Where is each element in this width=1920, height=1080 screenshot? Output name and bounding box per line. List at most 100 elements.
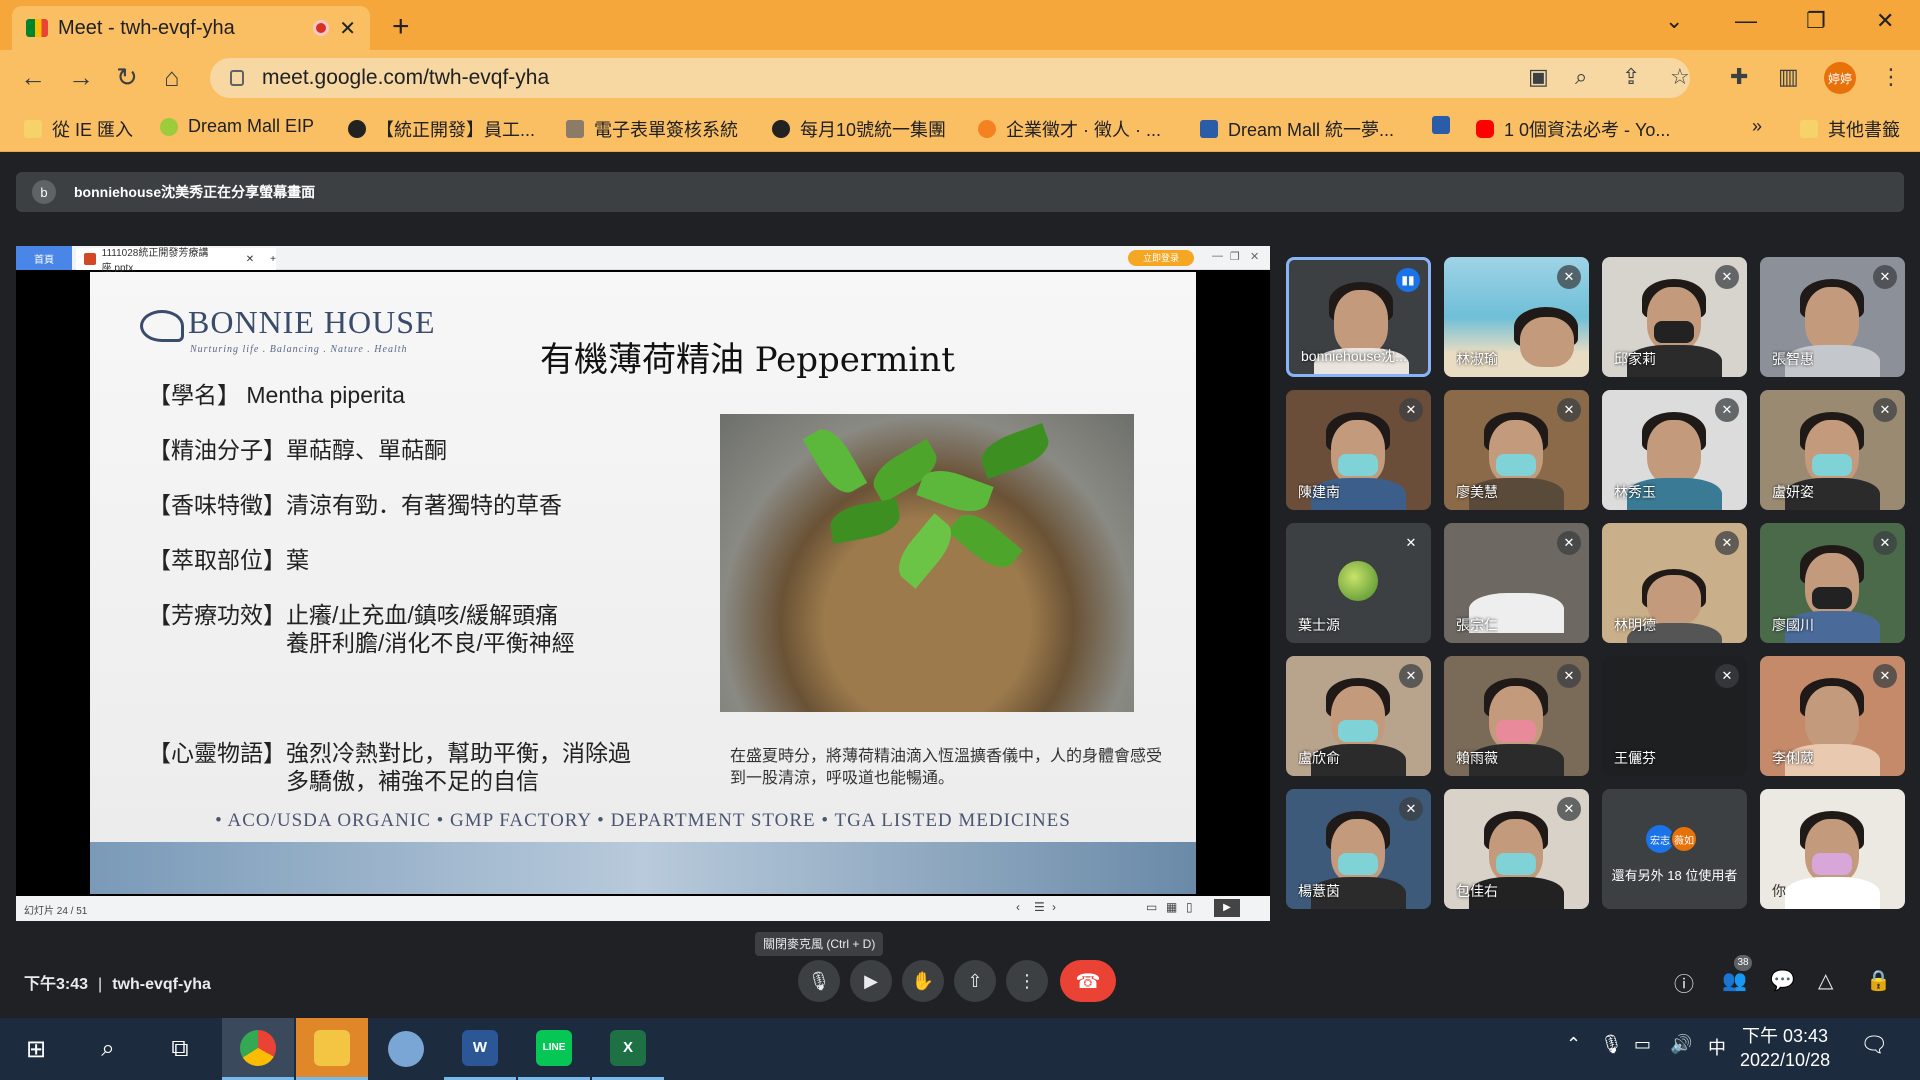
participant-tile[interactable]: ✕ 盧妍姿 [1760, 390, 1905, 510]
shared-screen[interactable]: 首頁 1111028統正開發芳療講座.pptx ✕ + 立即登录 — ❐ ✕ B… [16, 246, 1270, 921]
others-tile[interactable]: 宏志 薇如 還有另外 18 位使用者 [1602, 789, 1747, 909]
volume-icon[interactable]: 🔊 [1670, 1034, 1692, 1055]
people-icon[interactable]: 👥 [1722, 968, 1747, 993]
participant-tile[interactable]: ✕ 王儷芬 [1602, 656, 1747, 776]
restore-button[interactable]: ❐ [1806, 8, 1826, 34]
view-grid-icon[interactable]: ▦ [1166, 900, 1177, 914]
viewer-login-button[interactable]: 立即登录 [1128, 250, 1194, 266]
participant-tile[interactable]: ✕ 葉士源 [1286, 523, 1431, 643]
prev-slide-icon[interactable]: ‹ [1016, 900, 1020, 914]
present-button[interactable]: ⇧ [954, 960, 996, 1002]
participant-tile[interactable]: ▮▮ bonniehouse沈... [1286, 257, 1431, 377]
microphone-tray-icon[interactable]: 🎙 [1600, 1034, 1623, 1055]
bookmark-item[interactable] [1432, 116, 1460, 134]
search-icon[interactable]: ⌕ [72, 1018, 144, 1080]
browser-tab[interactable]: Meet - twh-evqf-yha ✕ [12, 6, 370, 50]
outline-icon[interactable]: ☰ [1034, 900, 1045, 914]
bookmark-item[interactable]: 1 0個資法必考 - Yo... [1476, 116, 1670, 142]
bookmark-item[interactable]: 企業徵才 · 徵人 · ... [978, 116, 1161, 142]
start-button[interactable]: ⊞ [0, 1018, 72, 1080]
close-file-tab-icon[interactable]: ✕ [246, 254, 254, 265]
close-tab-icon[interactable]: ✕ [339, 16, 356, 41]
profile-avatar[interactable]: 婷婷 [1824, 62, 1856, 94]
raise-hand-button[interactable]: ✋ [902, 960, 944, 1002]
participant-avatar [1338, 561, 1378, 601]
participant-tile[interactable]: ✕ 陳建南 [1286, 390, 1431, 510]
camera-button[interactable]: ▶ [850, 960, 892, 1002]
viewer-file-tab[interactable]: 1111028統正開發芳療講座.pptx ✕ + [76, 248, 276, 274]
mic-off-icon: ✕ [1399, 398, 1423, 422]
view-normal-icon[interactable]: ▭ [1146, 900, 1157, 914]
microphone-button[interactable]: 🎙 [798, 960, 840, 1002]
viewer-home-tab[interactable]: 首頁 [16, 246, 72, 270]
next-slide-icon[interactable]: › [1052, 900, 1056, 914]
new-file-tab-icon[interactable]: + [270, 254, 276, 265]
camera-icon[interactable]: ▣ [1528, 64, 1549, 90]
bookmark-item[interactable]: Dream Mall EIP [160, 116, 314, 137]
end-call-button[interactable]: ☎ [1060, 960, 1116, 1002]
bookmark-item[interactable]: 每月10號統一集團 [772, 116, 946, 142]
chat-icon[interactable]: 💬 [1770, 968, 1795, 993]
participant-tile[interactable]: ✕ 賴雨薇 [1444, 656, 1589, 776]
ime-indicator[interactable]: 中 [1708, 1034, 1726, 1060]
participant-tile[interactable]: ✕ 林秀玉 [1602, 390, 1747, 510]
viewer-restore-icon[interactable]: ❐ [1230, 250, 1240, 263]
reload-button[interactable]: ↻ [116, 62, 138, 93]
notification-icon[interactable]: 🗨 [1860, 1032, 1888, 1058]
participant-tile[interactable]: ✕ 包佳右 [1444, 789, 1589, 909]
bookmarks-overflow-button[interactable]: » [1752, 116, 1762, 137]
participant-tile[interactable]: ✕ 林淑瑜 [1444, 257, 1589, 377]
menu-icon[interactable]: ⋮ [1880, 64, 1902, 90]
bookmark-item[interactable]: Dream Mall 統一夢... [1200, 116, 1394, 142]
activities-icon[interactable]: △ [1818, 968, 1833, 993]
forward-button[interactable]: → [68, 62, 94, 93]
participant-tile[interactable]: ✕ 楊薏茵 [1286, 789, 1431, 909]
word-icon[interactable]: W [444, 1018, 516, 1080]
more-options-button[interactable]: ⋮ [1006, 960, 1048, 1002]
participant-tile[interactable]: ✕ 林明德 [1602, 523, 1747, 643]
task-view-icon[interactable]: ⧉ [144, 1018, 216, 1080]
play-slideshow-icon[interactable]: ▶ [1214, 899, 1240, 917]
share-icon[interactable]: ⇪ [1622, 64, 1640, 90]
bookmark-star-icon[interactable]: ☆ [1670, 64, 1690, 90]
zoom-icon[interactable]: ⌕ [1575, 64, 1587, 90]
home-button[interactable]: ⌂ [164, 62, 180, 93]
tray-chevron-icon[interactable]: ⌃ [1566, 1034, 1581, 1055]
minimize-button[interactable]: — [1735, 8, 1757, 34]
taskbar-clock[interactable]: 下午 03:43 2022/10/28 [1740, 1024, 1830, 1072]
bookmark-item[interactable]: 從 IE 匯入 [24, 116, 133, 142]
logo-tagline: Nurturing life . Balancing . Nature . He… [190, 344, 408, 355]
self-tile[interactable]: 你 [1760, 789, 1905, 909]
dream-mall-icon [160, 117, 178, 136]
tab-search-icon[interactable]: ⌄ [1665, 8, 1683, 34]
participant-tile[interactable]: ✕ 李俐葳 [1760, 656, 1905, 776]
participant-tile[interactable]: ✕ 張宗仁 [1444, 523, 1589, 643]
viewer-minimize-icon[interactable]: — [1212, 250, 1223, 262]
logo-mark-icon [140, 309, 184, 342]
host-controls-icon[interactable]: 🔒 [1866, 968, 1891, 993]
paint-icon[interactable] [370, 1018, 442, 1080]
back-button[interactable]: ← [20, 62, 46, 93]
viewer-close-icon[interactable]: ✕ [1250, 250, 1259, 263]
participant-tile[interactable]: ✕ 張智惠 [1760, 257, 1905, 377]
participant-tile[interactable]: ✕ 廖美慧 [1444, 390, 1589, 510]
excel-icon[interactable]: X [592, 1018, 664, 1080]
close-window-button[interactable]: ✕ [1876, 8, 1894, 34]
participant-tile[interactable]: ✕ 邱家莉 [1602, 257, 1747, 377]
slide-bullet: 【香味特徵】清涼有勁．有著獨特的草香 [148, 492, 562, 518]
participant-tile[interactable]: ✕ 盧欣俞 [1286, 656, 1431, 776]
address-bar[interactable]: meet.google.com/twh-evqf-yha [210, 58, 1690, 98]
participant-tile[interactable]: ✕ 廖國川 [1760, 523, 1905, 643]
chrome-taskbar-icon[interactable] [222, 1018, 294, 1080]
file-explorer-icon[interactable] [296, 1018, 368, 1080]
side-panel-icon[interactable]: ▥ [1778, 64, 1799, 90]
battery-icon[interactable]: ▭ [1634, 1034, 1651, 1055]
extensions-icon[interactable]: ✚ [1730, 64, 1748, 90]
line-icon[interactable]: LINE [518, 1018, 590, 1080]
new-tab-button[interactable]: + [392, 10, 410, 44]
meeting-details-icon[interactable]: ⓘ [1674, 968, 1694, 997]
view-reading-icon[interactable]: ▯ [1186, 900, 1193, 914]
bookmark-item[interactable]: 【統正開發】員工... [348, 116, 535, 142]
other-bookmarks[interactable]: 其他書籤 [1800, 116, 1900, 142]
bookmark-item[interactable]: 電子表單簽核系統 [566, 116, 738, 142]
